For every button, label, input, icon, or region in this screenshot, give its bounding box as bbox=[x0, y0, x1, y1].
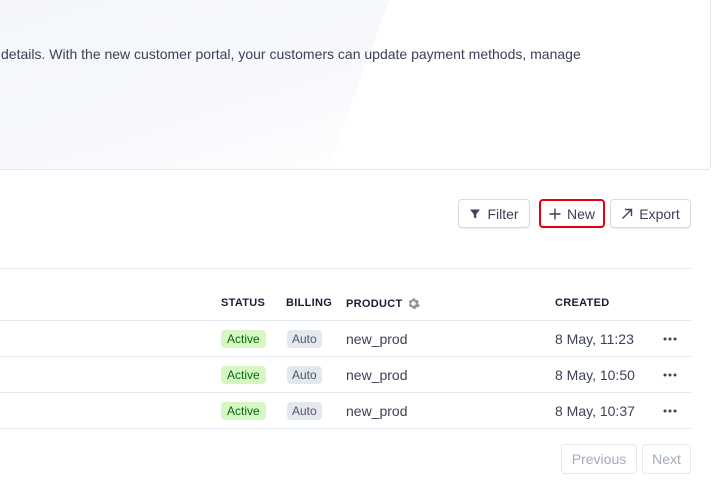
previous-page-button[interactable]: Previous bbox=[561, 444, 637, 474]
table-top-divider bbox=[0, 268, 691, 269]
banner-text: details. With the new customer portal, y… bbox=[1, 46, 581, 62]
billing-badge: Auto bbox=[287, 330, 322, 348]
product-cell: new_prod bbox=[346, 331, 408, 347]
created-cell: 8 May, 11:23 bbox=[555, 331, 634, 347]
customer-portal-banner: details. With the new customer portal, y… bbox=[0, 0, 711, 170]
product-cell: new_prod bbox=[346, 403, 408, 419]
column-header-status[interactable]: STATUS bbox=[221, 297, 265, 309]
plus-icon bbox=[549, 208, 561, 220]
column-header-created[interactable]: CREATED bbox=[555, 297, 609, 309]
table-row[interactable]: Active Auto new_prod 8 May, 11:23 bbox=[0, 320, 691, 356]
created-cell: 8 May, 10:50 bbox=[555, 367, 635, 383]
table-row[interactable]: Active Auto new_prod 8 May, 10:37 bbox=[0, 392, 691, 428]
column-header-product-label: PRODUCT bbox=[346, 297, 403, 310]
banner-background-shape bbox=[0, 0, 404, 169]
column-header-product[interactable]: PRODUCT bbox=[346, 297, 420, 310]
created-cell: 8 May, 10:37 bbox=[555, 403, 635, 419]
next-page-button[interactable]: Next bbox=[642, 444, 691, 474]
status-badge: Active bbox=[221, 402, 266, 420]
table-row[interactable]: Active Auto new_prod 8 May, 10:50 bbox=[0, 356, 691, 392]
more-horizontal-icon[interactable] bbox=[660, 329, 680, 349]
column-header-billing[interactable]: BILLING bbox=[286, 297, 332, 309]
status-badge: Active bbox=[221, 330, 266, 348]
arrow-up-right-icon bbox=[621, 208, 633, 220]
billing-badge: Auto bbox=[287, 366, 322, 384]
new-button-label: New bbox=[566, 205, 595, 222]
table-bottom-divider bbox=[0, 428, 691, 429]
status-badge: Active bbox=[221, 366, 266, 384]
filter-button[interactable]: Filter bbox=[458, 199, 530, 228]
new-button[interactable]: New bbox=[539, 199, 605, 228]
product-cell: new_prod bbox=[346, 367, 408, 383]
filter-icon bbox=[469, 208, 481, 220]
export-button-label: Export bbox=[639, 205, 680, 222]
export-button[interactable]: Export bbox=[610, 199, 691, 228]
billing-badge: Auto bbox=[287, 402, 322, 420]
more-horizontal-icon[interactable] bbox=[660, 365, 680, 385]
filter-button-label: Filter bbox=[487, 205, 519, 222]
gear-icon[interactable] bbox=[407, 297, 420, 310]
more-horizontal-icon[interactable] bbox=[660, 401, 680, 421]
